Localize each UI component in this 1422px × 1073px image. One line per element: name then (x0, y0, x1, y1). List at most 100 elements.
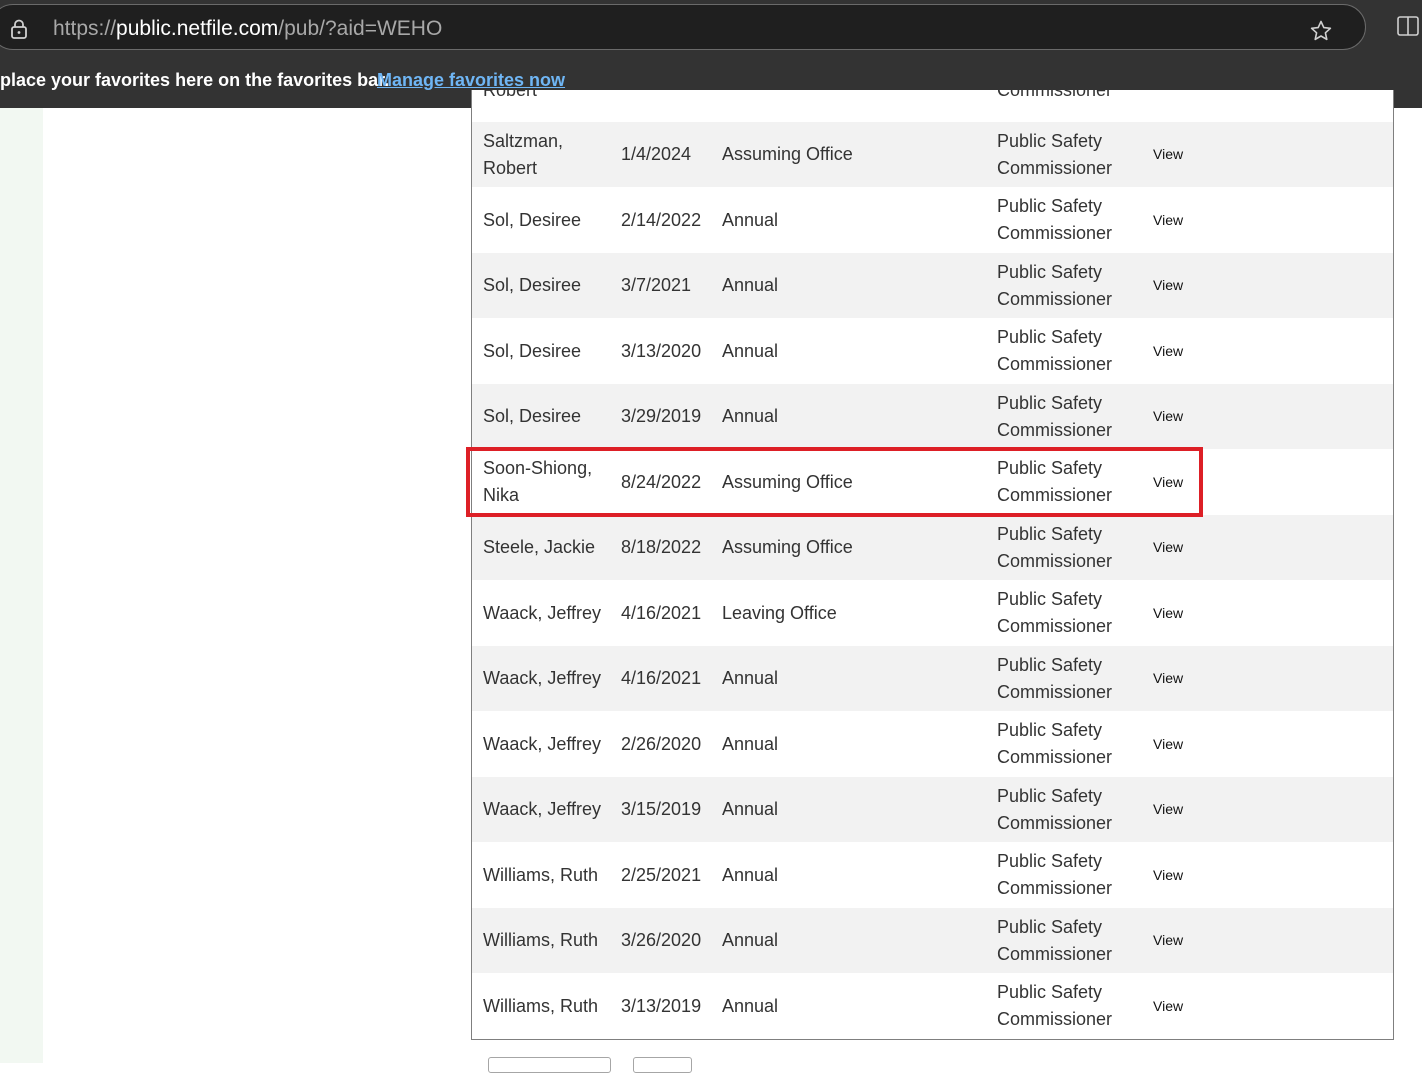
cell-filing-type: Annual (722, 275, 779, 295)
cell-position: Public Safety Commissioner (997, 523, 1113, 571)
cell-filing-type: Annual (722, 406, 779, 426)
view-link[interactable]: View (1153, 646, 1213, 711)
cell-date: 8/24/2022 (621, 471, 702, 492)
cell-name: Steele, Jackie (483, 537, 596, 557)
favorite-star-icon[interactable] (1309, 19, 1333, 43)
table-row: Steele, Jackie 8/18/2022 Assuming Office Pu… (472, 515, 1393, 580)
table-row: Williams, Ruth 2/25/2021 Annual Public Safe… (472, 843, 1393, 908)
cell-name: Waack, Jeffrey (483, 602, 602, 623)
table-row: Waack, Jeffrey 3/15/2019 Annual Public Safe… (472, 777, 1393, 842)
cell-name: Waack, Jeffrey (483, 799, 602, 819)
view-link[interactable]: View (1153, 908, 1213, 973)
cell-position: Public Safety Commissioner (997, 654, 1113, 702)
cell-position: Public Safety Commissioner (997, 261, 1113, 309)
cell-date: 4/16/2021 (621, 602, 702, 623)
cell-date: 1/4/2024 (621, 144, 692, 164)
table-row: Waack, Jeffrey 4/16/2021 Annual Public Safe… (472, 646, 1393, 711)
cell-filing-type: Assuming Office (722, 144, 853, 164)
cell-position: Public Safety Commissioner (997, 327, 1113, 374)
view-link[interactable]: View (1153, 974, 1213, 1039)
table-row: Waack, Jeffrey 4/16/2021 Leaving Office Pub… (472, 581, 1393, 646)
cell-position: Public Safety Commissioner (997, 851, 1113, 898)
cell-date: 3/15/2019 (621, 799, 702, 819)
cell-name: Sol, Desiree (483, 406, 582, 426)
cell-filing-type: Annual (722, 340, 779, 361)
view-link[interactable]: View (1153, 777, 1213, 842)
url-text[interactable]: https://public.netfile.com/pub/?aid=WEHO (53, 17, 442, 41)
cell-filing-type: Leaving Office (722, 602, 837, 623)
table-row: Williams, Ruth 3/26/2020 Annual Public Safe… (472, 908, 1393, 973)
cell-date: 8/18/2022 (621, 537, 702, 557)
cell-name: Waack, Jeffrey (483, 668, 602, 688)
url-host: public.netfile.com (116, 17, 279, 40)
cell-filing-type: Annual (722, 864, 779, 885)
cell-position: Public Safety Commissioner (997, 130, 1113, 178)
cell-date: 4/16/2021 (621, 668, 702, 688)
cell-filing-type: Annual (722, 930, 779, 950)
table-row: Sol, Desiree 3/29/2019 Annual Public Safety… (472, 384, 1393, 449)
view-link[interactable]: View (1153, 843, 1213, 908)
cell-filing-type: Annual (722, 799, 779, 819)
cell-date: 2/26/2020 (621, 733, 702, 754)
view-link[interactable]: View (1153, 384, 1213, 449)
cell-filing-type: Annual (722, 733, 779, 754)
cell-position: Public Safety Commissioner (997, 392, 1113, 440)
cell-date: 3/7/2021 (621, 275, 692, 295)
table-row-partial: Robert Commissioner (472, 90, 1393, 123)
split-screen-icon[interactable] (1396, 14, 1420, 38)
cell-date: 3/26/2020 (621, 930, 702, 950)
cell-name: Sol, Desiree (483, 209, 582, 230)
cell-name: Robert (483, 90, 538, 100)
cell-name: Waack, Jeffrey (483, 733, 602, 754)
table-row: Sol, Desiree 2/14/2022 Annual Public Safety… (472, 188, 1393, 253)
cell-date: 2/14/2022 (621, 209, 702, 230)
cell-position: Public Safety Commissioner (997, 458, 1113, 505)
cell-date: 3/13/2019 (621, 995, 702, 1016)
table-row: Sol, Desiree 3/7/2021 Annual Public Safety … (472, 253, 1393, 318)
url-prefix: https:// (53, 17, 117, 40)
lock-icon[interactable] (9, 19, 29, 39)
bottom-button-2[interactable] (633, 1057, 692, 1073)
left-sidebar-strip (0, 108, 43, 1063)
cell-date: 2/25/2021 (621, 864, 702, 885)
view-link[interactable]: View (1153, 515, 1213, 580)
manage-favorites-link[interactable]: Manage favorites now (377, 70, 565, 91)
cell-filing-type: Assuming Office (722, 471, 853, 492)
cell-position: Public Safety Commissioner (997, 785, 1113, 833)
cell-position: Public Safety Commissioner (997, 916, 1113, 964)
view-link[interactable]: View (1153, 188, 1213, 253)
cell-position: Public Safety Commissioner (997, 589, 1113, 636)
url-path: /pub/?aid=WEHO (278, 17, 443, 40)
cell-position: Public Safety Commissioner (997, 196, 1113, 243)
cell-name: Saltzman, Robert (483, 130, 564, 178)
cell-position: Public Safety Commissioner (997, 982, 1113, 1029)
table-row: Williams, Ruth 3/13/2019 Annual Public Safe… (472, 974, 1393, 1039)
table-row: Saltzman, Robert 1/4/2024 Assuming Office P… (472, 122, 1393, 187)
view-link[interactable]: View (1153, 253, 1213, 318)
view-link[interactable]: View (1153, 450, 1213, 515)
cell-name: Soon-Shiong, Nika (483, 458, 593, 505)
address-bar[interactable]: https://public.netfile.com/pub/?aid=WEHO (0, 4, 1366, 50)
cell-filing-type: Annual (722, 209, 779, 230)
cell-position: Public Safety Commissioner (997, 720, 1113, 767)
cell-name: Williams, Ruth (483, 864, 599, 885)
view-link[interactable]: View (1153, 712, 1213, 777)
cell-filing-type: Annual (722, 995, 779, 1016)
table-row: Waack, Jeffrey 2/26/2020 Annual Public Safe… (472, 712, 1393, 777)
cell-filing-type: Annual (722, 668, 779, 688)
view-link[interactable]: View (1153, 122, 1213, 187)
view-link[interactable]: View (1153, 319, 1213, 384)
cell-date: 3/13/2020 (621, 340, 702, 361)
cell-name: Williams, Ruth (483, 930, 599, 950)
table-row: Sol, Desiree 3/13/2020 Annual Public Safety… (472, 319, 1393, 384)
filings-table: Robert Commissioner Saltzman, Robert 1/4/… (471, 90, 1394, 1040)
cell-date: 3/29/2019 (621, 406, 702, 426)
cell-name: Sol, Desiree (483, 275, 582, 295)
view-link[interactable]: View (1153, 581, 1213, 646)
cell-filing-type: Assuming Office (722, 537, 853, 557)
table-row: Soon-Shiong, Nika 8/24/2022 Assuming Offic… (472, 450, 1393, 515)
bottom-button-1[interactable] (488, 1057, 611, 1073)
favorites-bar-text: place your favorites here on the favorit… (0, 70, 390, 90)
cell-name: Sol, Desiree (483, 340, 582, 361)
cell-name: Williams, Ruth (483, 995, 599, 1016)
